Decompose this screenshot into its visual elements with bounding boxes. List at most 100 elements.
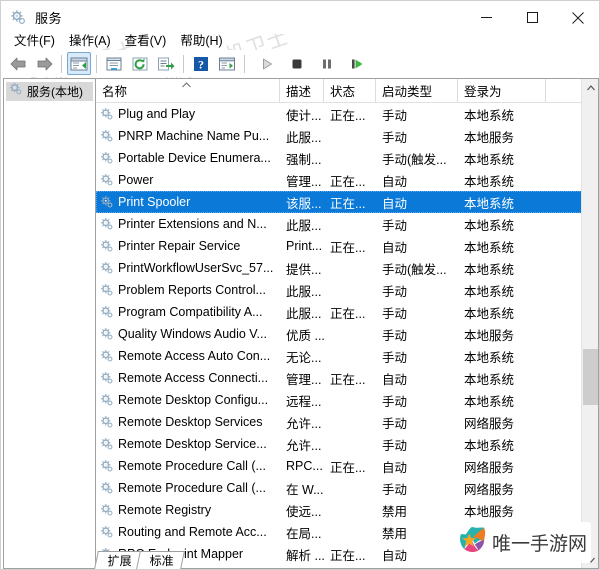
- service-startup-type: 自动: [376, 237, 458, 256]
- column-header-name-label: 名称: [102, 81, 127, 100]
- menu-action[interactable]: 操作(A): [62, 29, 118, 50]
- table-row[interactable]: Quality Windows Audio V...优质 ...手动本地服务: [96, 323, 598, 345]
- service-log-on-as: 本地系统: [458, 281, 546, 300]
- menu-view[interactable]: 查看(V): [118, 29, 174, 50]
- refresh-icon[interactable]: [128, 52, 152, 75]
- table-row[interactable]: Power管理...正在...自动本地系统: [96, 169, 598, 191]
- column-header-status[interactable]: 状态: [324, 79, 376, 102]
- service-log-on-as: 本地系统: [458, 171, 546, 190]
- table-row[interactable]: Printer Extensions and N...此服...手动本地系统: [96, 213, 598, 235]
- window-title: 服务: [35, 8, 62, 27]
- service-description: 此服...: [280, 303, 324, 322]
- service-name: Remote Procedure Call (...: [96, 481, 280, 495]
- tree-node-services-local[interactable]: 服务(本地): [6, 82, 93, 101]
- list-body[interactable]: Plug and Play使计...正在...手动本地系统PNRP Machin…: [96, 103, 598, 568]
- show-action-pane-icon[interactable]: [215, 52, 239, 75]
- back-arrow-icon[interactable]: [6, 52, 30, 75]
- console-tree-pane: 服务(本地): [3, 78, 95, 569]
- service-log-on-as: 本地服务: [458, 501, 546, 520]
- service-status: 正在...: [324, 171, 376, 190]
- services-gear-icon: [100, 437, 114, 451]
- service-startup-type: 手动: [376, 391, 458, 410]
- services-gear-icon: [100, 129, 114, 143]
- table-row[interactable]: Program Compatibility A...此服...正在...手动本地…: [96, 301, 598, 323]
- table-row[interactable]: Plug and Play使计...正在...手动本地系统: [96, 103, 598, 125]
- table-row[interactable]: Print Spooler该服...正在...自动本地系统: [96, 191, 598, 213]
- service-startup-type: 手动: [376, 347, 458, 366]
- table-row[interactable]: Remote Desktop Service...允许...手动本地系统: [96, 433, 598, 455]
- brand-name: 唯一手游网: [492, 529, 587, 556]
- table-row[interactable]: Remote Access Auto Con...无论...手动本地系统: [96, 345, 598, 367]
- services-gear-icon: [100, 481, 114, 495]
- service-log-on-as: 本地系统: [458, 259, 546, 278]
- service-log-on-as: 本地系统: [458, 105, 546, 124]
- service-startup-type: 手动(触发...: [376, 149, 458, 168]
- service-log-on-as: 本地系统: [458, 369, 546, 388]
- forward-arrow-icon[interactable]: [32, 52, 56, 75]
- svg-text:?: ?: [198, 57, 204, 71]
- table-row[interactable]: PNRP Machine Name Pu...此服...手动本地服务: [96, 125, 598, 147]
- menu-file[interactable]: 文件(F): [7, 29, 62, 50]
- service-startup-type: 手动: [376, 435, 458, 454]
- service-name-label: Plug and Play: [118, 107, 195, 121]
- service-name: PNRP Machine Name Pu...: [96, 129, 280, 143]
- start-service-icon[interactable]: [255, 52, 279, 75]
- export-list-icon[interactable]: [154, 52, 178, 75]
- service-description: 允许...: [280, 413, 324, 432]
- service-name-label: Remote Desktop Configu...: [118, 393, 268, 407]
- service-name-label: Remote Access Auto Con...: [118, 349, 270, 363]
- service-log-on-as: 本地系统: [458, 435, 546, 454]
- service-description: RPC...: [280, 459, 324, 473]
- service-description: 在 W...: [280, 479, 324, 498]
- table-row[interactable]: Remote Registry使远...禁用本地服务: [96, 499, 598, 521]
- sort-ascending-icon: [182, 81, 191, 91]
- service-startup-type: 手动: [376, 105, 458, 124]
- service-status: 正在...: [324, 545, 376, 564]
- table-row[interactable]: Remote Desktop Configu...远程...手动本地系统: [96, 389, 598, 411]
- services-gear-icon: [100, 415, 114, 429]
- column-header-name[interactable]: 名称: [96, 79, 280, 102]
- table-row[interactable]: Printer Repair ServicePrint...正在...自动本地系…: [96, 235, 598, 257]
- service-name-label: Remote Desktop Service...: [118, 437, 267, 451]
- services-gear-icon: [100, 349, 114, 363]
- service-description: 管理...: [280, 369, 324, 388]
- service-name: Printer Extensions and N...: [96, 217, 280, 231]
- column-header-log-on-as[interactable]: 登录为: [458, 79, 546, 102]
- table-row[interactable]: Remote Procedure Call (...在 W...手动网络服务: [96, 477, 598, 499]
- table-row[interactable]: Problem Reports Control...此服...手动本地系统: [96, 279, 598, 301]
- column-header-startup-type[interactable]: 启动类型: [376, 79, 458, 102]
- show-hide-tree-icon[interactable]: [67, 52, 91, 75]
- service-startup-type: 手动: [376, 303, 458, 322]
- table-row[interactable]: Remote Access Connecti...管理...正在...自动本地系…: [96, 367, 598, 389]
- service-startup-type: 自动: [376, 545, 458, 564]
- service-name-label: Portable Device Enumera...: [118, 151, 271, 165]
- service-name: Program Compatibility A...: [96, 305, 280, 319]
- service-log-on-as: 本地系统: [458, 347, 546, 366]
- restart-service-icon[interactable]: [345, 52, 369, 75]
- service-log-on-as: 网络服务: [458, 413, 546, 432]
- tab-standard[interactable]: 标准: [136, 551, 185, 569]
- service-name: Plug and Play: [96, 107, 280, 121]
- column-header-description[interactable]: 描述: [280, 79, 324, 102]
- scrollbar-thumb[interactable]: [583, 349, 598, 405]
- service-status: 正在...: [324, 369, 376, 388]
- service-name-label: Power: [118, 173, 153, 187]
- table-row[interactable]: Remote Desktop Services允许...手动网络服务: [96, 411, 598, 433]
- service-log-on-as: 本地服务: [458, 127, 546, 146]
- services-gear-icon: [10, 9, 27, 26]
- table-row[interactable]: Remote Procedure Call (...RPC...正在...自动网…: [96, 455, 598, 477]
- service-name: Print Spooler: [96, 195, 280, 209]
- scroll-up-button[interactable]: [582, 79, 599, 96]
- service-name: Quality Windows Audio V...: [96, 327, 280, 341]
- menu-help[interactable]: 帮助(H): [173, 29, 229, 50]
- help-icon[interactable]: ?: [189, 52, 213, 75]
- vertical-scrollbar[interactable]: [581, 79, 598, 568]
- table-row[interactable]: PrintWorkflowUserSvc_57...提供...手动(触发...本…: [96, 257, 598, 279]
- table-row[interactable]: Portable Device Enumera...强制...手动(触发...本…: [96, 147, 598, 169]
- service-startup-type: 自动: [376, 457, 458, 476]
- toolbar-separator: [244, 55, 245, 73]
- service-description: 使远...: [280, 501, 324, 520]
- properties-icon[interactable]: [102, 52, 126, 75]
- pause-service-icon[interactable]: [315, 52, 339, 75]
- stop-service-icon[interactable]: [285, 52, 309, 75]
